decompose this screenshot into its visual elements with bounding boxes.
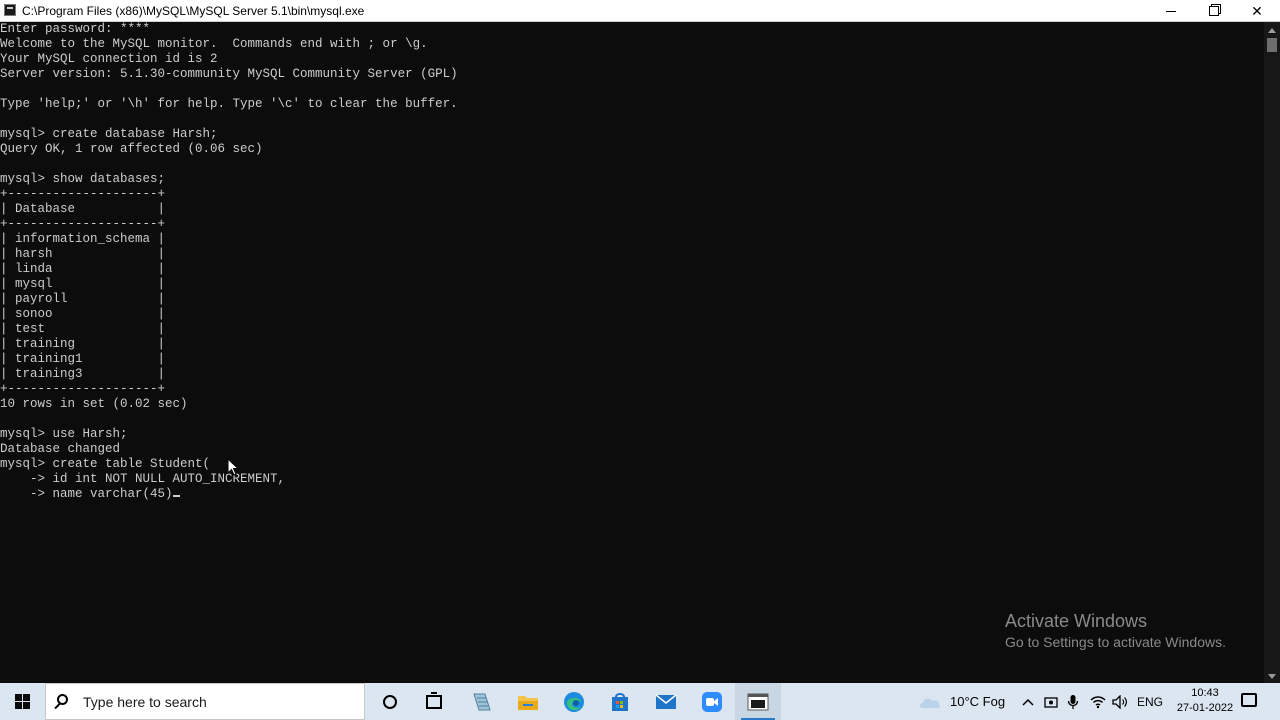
speaker-icon — [1112, 694, 1127, 709]
chevron-up-icon — [1022, 698, 1034, 706]
notification-center-icon[interactable] — [1241, 693, 1257, 707]
task-view-button[interactable] — [411, 683, 457, 720]
weather-text: 10°C Fog — [950, 694, 1006, 709]
clock-date: 27-01-2022 — [1176, 702, 1234, 714]
meet-now-button[interactable] — [1044, 683, 1058, 720]
taskbar: Type here to search 10°C Fog ENG 10:43 2… — [0, 683, 1280, 720]
start-button[interactable] — [0, 683, 45, 720]
store-button[interactable] — [597, 683, 643, 720]
windows-logo-icon — [15, 694, 30, 709]
microphone-icon — [1067, 694, 1079, 709]
console-app-icon — [4, 4, 16, 16]
window-title: C:\Program Files (x86)\MySQL\MySQL Serve… — [22, 4, 365, 18]
zoom-button[interactable] — [689, 683, 735, 720]
edge-icon — [564, 691, 584, 712]
zoom-icon — [702, 691, 722, 712]
scroll-down-arrow-icon[interactable] — [1268, 674, 1276, 679]
activate-windows-watermark: Activate Windows Go to Settings to activ… — [1005, 610, 1226, 652]
console-window-icon — [747, 693, 769, 710]
weather-widget[interactable]: 10°C Fog — [918, 683, 1005, 720]
taskbar-clock[interactable]: 10:43 27-01-2022 — [1170, 686, 1240, 716]
clock-time: 10:43 — [1191, 687, 1219, 699]
maximize-button[interactable] — [1191, 0, 1237, 22]
text-cursor — [172, 495, 180, 497]
console-text: Enter password: **** Welcome to the MySQ… — [0, 22, 1264, 502]
scroll-up-arrow-icon[interactable] — [1268, 28, 1276, 33]
mysql-console-taskbar-button[interactable] — [735, 683, 781, 720]
show-hidden-icons-button[interactable] — [1022, 683, 1034, 720]
search-placeholder: Type here to search — [83, 694, 207, 710]
activate-subtitle: Go to Settings to activate Windows. — [1005, 634, 1226, 650]
taskbar-search-box[interactable]: Type here to search — [45, 683, 365, 720]
cortana-button[interactable] — [367, 683, 413, 720]
cloud-icon — [920, 698, 941, 708]
console-lines: Enter password: **** Welcome to the MySQ… — [0, 22, 458, 501]
file-explorer-button[interactable] — [505, 683, 551, 720]
microphone-button[interactable] — [1067, 683, 1079, 720]
console-output-area[interactable]: Enter password: **** Welcome to the MySQ… — [0, 22, 1264, 683]
network-button[interactable] — [1090, 683, 1106, 720]
task-view-icon — [426, 691, 442, 709]
store-bag-icon — [612, 692, 628, 711]
volume-button[interactable] — [1112, 683, 1128, 720]
meet-now-icon — [1044, 696, 1058, 708]
edge-browser-button[interactable] — [551, 683, 597, 720]
language-indicator[interactable]: ENG — [1137, 683, 1163, 720]
window-title-bar[interactable]: C:\Program Files (x86)\MySQL\MySQL Serve… — [0, 0, 1280, 22]
folder-icon — [518, 695, 538, 710]
minimize-button[interactable] — [1148, 0, 1194, 22]
app-icon — [473, 693, 491, 710]
mail-envelope-icon — [655, 693, 677, 709]
vertical-scrollbar[interactable] — [1264, 22, 1280, 683]
wifi-icon — [1090, 695, 1106, 708]
mail-button[interactable] — [643, 683, 689, 720]
taskbar-app-button[interactable] — [459, 683, 505, 720]
scroll-thumb[interactable] — [1267, 38, 1277, 52]
search-icon — [57, 694, 68, 705]
activate-title: Activate Windows — [1005, 611, 1148, 631]
close-button[interactable]: ✕ — [1234, 0, 1280, 22]
cortana-icon — [383, 694, 397, 709]
